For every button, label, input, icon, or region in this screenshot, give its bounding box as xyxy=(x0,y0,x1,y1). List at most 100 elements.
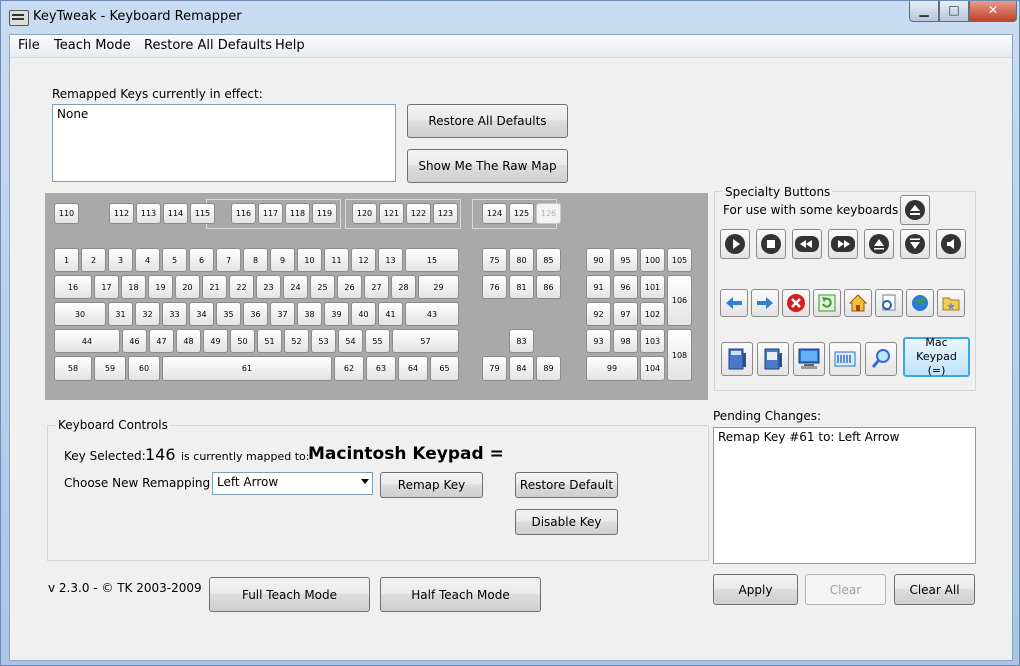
close-button[interactable]: ✕ xyxy=(969,1,1017,22)
key-33[interactable]: 33 xyxy=(162,302,187,326)
key-18[interactable]: 18 xyxy=(121,275,146,299)
key-105[interactable]: 105 xyxy=(667,248,692,272)
remap-key-button[interactable]: Remap Key xyxy=(380,472,483,498)
key-91[interactable]: 91 xyxy=(586,275,611,299)
eject-icon[interactable] xyxy=(900,195,930,225)
key-60[interactable]: 60 xyxy=(128,356,160,381)
menu-file[interactable]: File xyxy=(18,38,40,53)
globe-icon[interactable] xyxy=(906,289,934,317)
key-9[interactable]: 9 xyxy=(270,248,295,272)
key-126[interactable]: 126 xyxy=(536,203,561,224)
key-41[interactable]: 41 xyxy=(378,302,403,326)
key-22[interactable]: 22 xyxy=(229,275,254,299)
key-3[interactable]: 3 xyxy=(108,248,133,272)
key-75[interactable]: 75 xyxy=(482,248,507,272)
key-15[interactable]: 15 xyxy=(405,248,459,272)
key-7[interactable]: 7 xyxy=(216,248,241,272)
key-29[interactable]: 29 xyxy=(418,275,459,299)
key-55[interactable]: 55 xyxy=(365,329,390,353)
key-25[interactable]: 25 xyxy=(310,275,335,299)
menu-restore-all-defaults[interactable]: Restore All Defaults xyxy=(144,38,272,53)
key-10[interactable]: 10 xyxy=(297,248,322,272)
key-61[interactable]: 61 xyxy=(162,356,332,381)
clear-button[interactable]: Clear xyxy=(805,574,886,605)
key-58[interactable]: 58 xyxy=(54,356,92,381)
key-12[interactable]: 12 xyxy=(351,248,376,272)
pending-changes-box[interactable]: Remap Key #61 to: Left Arrow xyxy=(713,427,976,564)
key-49[interactable]: 49 xyxy=(203,329,228,353)
folder-star-icon[interactable] xyxy=(937,289,965,317)
restore-default-button[interactable]: Restore Default xyxy=(515,472,618,498)
key-30[interactable]: 30 xyxy=(54,302,106,326)
full-teach-mode-button[interactable]: Full Teach Mode xyxy=(209,577,370,612)
key-43[interactable]: 43 xyxy=(405,302,459,326)
remapping-dropdown[interactable]: Left Arrow xyxy=(212,472,373,495)
key-6[interactable]: 6 xyxy=(189,248,214,272)
key-98[interactable]: 98 xyxy=(613,329,638,353)
key-93[interactable]: 93 xyxy=(586,329,611,353)
key-63[interactable]: 63 xyxy=(366,356,396,381)
key-119[interactable]: 119 xyxy=(312,203,337,224)
key-59[interactable]: 59 xyxy=(94,356,126,381)
key-8[interactable]: 8 xyxy=(243,248,268,272)
key-32[interactable]: 32 xyxy=(135,302,160,326)
refresh-icon[interactable] xyxy=(813,289,841,317)
key-38[interactable]: 38 xyxy=(297,302,322,326)
key-114[interactable]: 114 xyxy=(163,203,188,224)
key-53[interactable]: 53 xyxy=(311,329,336,353)
key-86[interactable]: 86 xyxy=(536,275,561,299)
key-34[interactable]: 34 xyxy=(189,302,214,326)
key-35[interactable]: 35 xyxy=(216,302,241,326)
key-62[interactable]: 62 xyxy=(334,356,364,381)
key-54[interactable]: 54 xyxy=(338,329,363,353)
mail-icon[interactable] xyxy=(757,342,789,376)
key-115[interactable]: 115 xyxy=(190,203,215,224)
key-40[interactable]: 40 xyxy=(351,302,376,326)
key-120[interactable]: 120 xyxy=(352,203,377,224)
key-113[interactable]: 113 xyxy=(136,203,161,224)
key-24[interactable]: 24 xyxy=(283,275,308,299)
key-118[interactable]: 118 xyxy=(285,203,310,224)
title-bar[interactable]: KeyTweak - Keyboard Remapper ▁ □ ✕ xyxy=(1,1,1019,34)
key-122[interactable]: 122 xyxy=(406,203,431,224)
key-110[interactable]: 110 xyxy=(54,203,79,224)
key-117[interactable]: 117 xyxy=(258,203,283,224)
key-116[interactable]: 116 xyxy=(231,203,256,224)
maximize-button[interactable]: □ xyxy=(939,1,969,22)
rewind-icon[interactable] xyxy=(792,229,822,259)
minimize-button[interactable]: ▁ xyxy=(909,1,939,22)
key-36[interactable]: 36 xyxy=(243,302,268,326)
back-arrow-icon[interactable] xyxy=(720,289,748,317)
key-11[interactable]: 11 xyxy=(324,248,349,272)
key-19[interactable]: 19 xyxy=(148,275,173,299)
key-52[interactable]: 52 xyxy=(284,329,309,353)
mac-keypad-button[interactable]: Mac Keypad (=) xyxy=(903,336,970,377)
key-20[interactable]: 20 xyxy=(175,275,200,299)
remapped-keys-box[interactable]: None xyxy=(52,104,396,182)
key-1[interactable]: 1 xyxy=(54,248,79,272)
disable-key-button[interactable]: Disable Key xyxy=(515,509,618,535)
key-124[interactable]: 124 xyxy=(482,203,507,224)
clear-all-button[interactable]: Clear All xyxy=(894,574,975,605)
apply-button[interactable]: Apply xyxy=(713,574,798,605)
key-23[interactable]: 23 xyxy=(256,275,281,299)
key-2[interactable]: 2 xyxy=(81,248,106,272)
fast-forward-icon[interactable] xyxy=(828,229,858,259)
key-44[interactable]: 44 xyxy=(54,329,120,353)
home-icon[interactable] xyxy=(844,289,872,317)
media-player-icon[interactable] xyxy=(829,342,861,376)
key-46[interactable]: 46 xyxy=(122,329,147,353)
key-95[interactable]: 95 xyxy=(613,248,638,272)
key-81[interactable]: 81 xyxy=(509,275,534,299)
key-83[interactable]: 83 xyxy=(509,329,534,353)
key-121[interactable]: 121 xyxy=(379,203,404,224)
forward-arrow-icon[interactable] xyxy=(751,289,779,317)
play-icon[interactable] xyxy=(720,229,750,259)
key-125[interactable]: 125 xyxy=(509,203,534,224)
key-99[interactable]: 99 xyxy=(586,356,638,381)
my-computer-icon[interactable] xyxy=(793,342,825,376)
search-page-icon[interactable] xyxy=(875,289,903,317)
key-102[interactable]: 102 xyxy=(640,302,665,326)
key-39[interactable]: 39 xyxy=(324,302,349,326)
key-48[interactable]: 48 xyxy=(176,329,201,353)
